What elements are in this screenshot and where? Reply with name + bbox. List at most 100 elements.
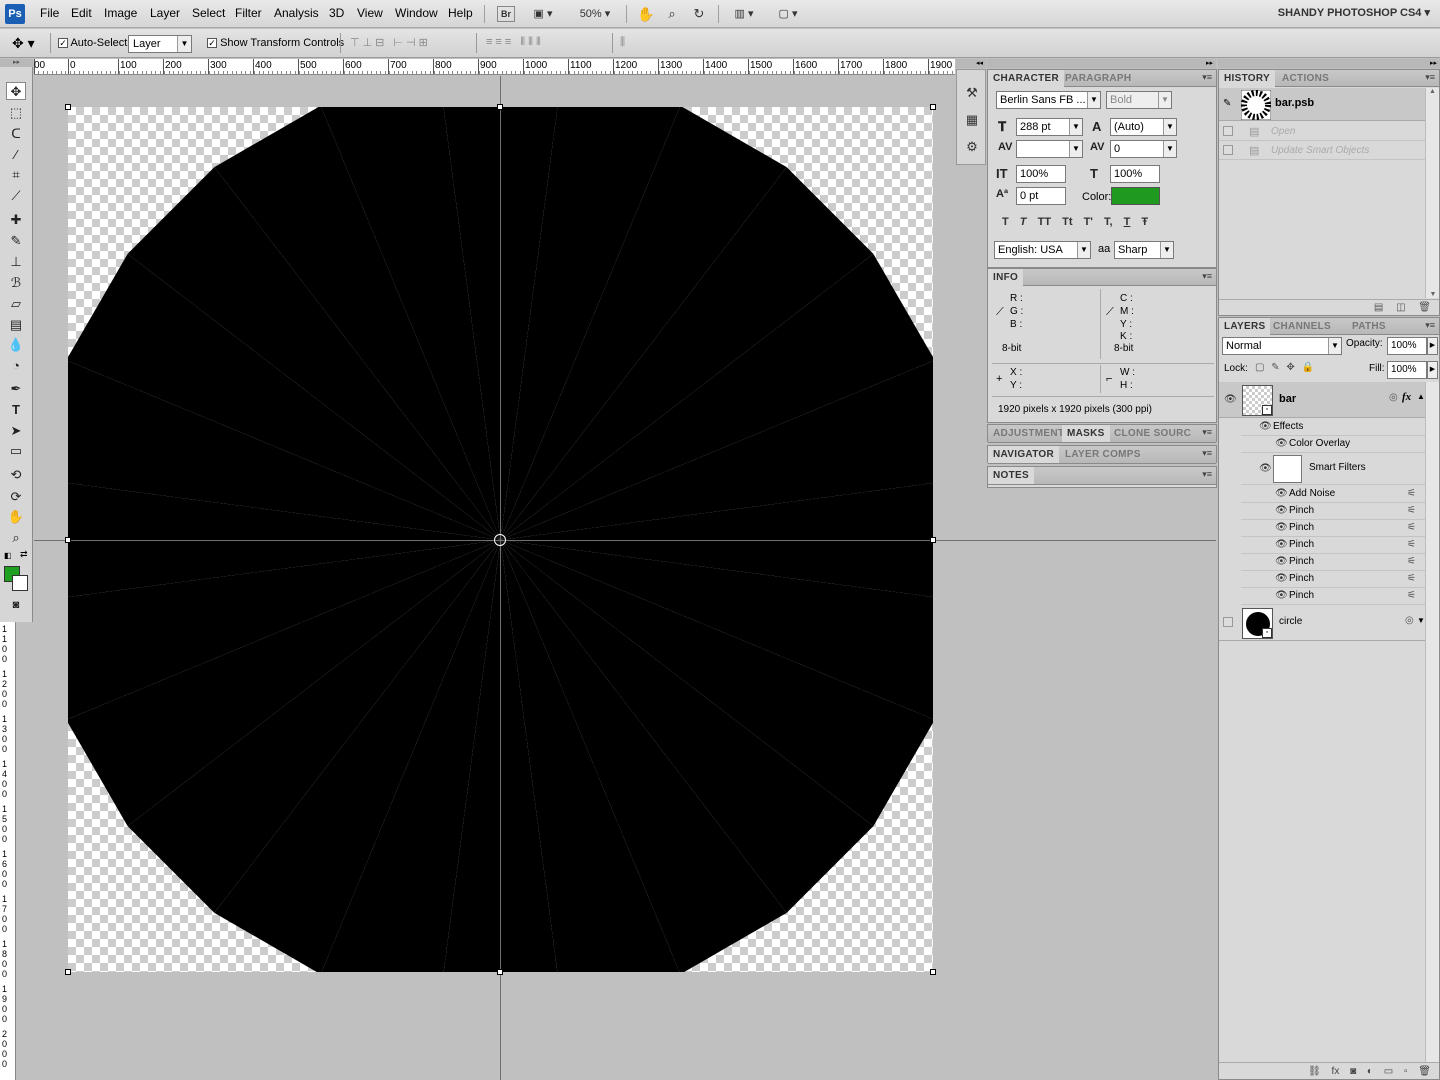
- screen-mode-toggle-icon[interactable]: ▢ ▾: [772, 4, 804, 24]
- faux-italic-button[interactable]: T: [1020, 216, 1027, 228]
- expand-effects-icon[interactable]: ▼: [1417, 616, 1425, 625]
- transform-handle[interactable]: [930, 104, 936, 110]
- tab-adjustments[interactable]: ADJUSTMENT: [988, 425, 1069, 442]
- smart-filter-row[interactable]: 👁 Pinch ⚟: [1241, 520, 1425, 537]
- menu-help[interactable]: Help: [448, 6, 473, 20]
- crop-icon[interactable]: ⌗: [6, 166, 26, 184]
- filter-mask-thumbnail[interactable]: [1273, 455, 1302, 483]
- faux-bold-button[interactable]: T: [1002, 216, 1009, 228]
- lasso-icon[interactable]: ᑕ: [6, 125, 26, 143]
- horizontal-guide[interactable]: [34, 540, 1216, 541]
- zoom-icon[interactable]: ⌕: [6, 529, 26, 547]
- history-checkbox[interactable]: [1223, 145, 1233, 155]
- menu-view[interactable]: View: [357, 6, 383, 20]
- filter-eye-icon[interactable]: 👁: [1275, 522, 1288, 533]
- kerning-field[interactable]: ▼: [1016, 140, 1083, 158]
- tab-masks[interactable]: MASKS: [1062, 425, 1110, 442]
- history-checkbox[interactable]: [1223, 126, 1233, 136]
- menu-edit[interactable]: Edit: [71, 6, 92, 20]
- filter-eye-icon[interactable]: 👁: [1275, 539, 1288, 550]
- history-footer-buttons[interactable]: ▤ ◫ 🗑: [1219, 299, 1439, 316]
- tool-presets-icon[interactable]: ▦: [964, 112, 980, 128]
- transform-handle[interactable]: [930, 969, 936, 975]
- panel-menu-icon[interactable]: ▾≡: [1202, 448, 1212, 459]
- type-style-buttons[interactable]: T T TT Tt T' T, T Ŧ: [1002, 216, 1148, 228]
- history-state[interactable]: ▤ Update Smart Objects: [1219, 142, 1425, 160]
- history-brush-source-icon[interactable]: ✎: [1223, 98, 1231, 109]
- transform-handle[interactable]: [65, 537, 71, 543]
- font-size-field[interactable]: 288 pt ▼: [1016, 118, 1083, 136]
- history-snapshot-row[interactable]: ✎ bar.psb: [1219, 88, 1425, 121]
- vertical-scale-field[interactable]: 100%: [1016, 165, 1066, 183]
- 3d-rotate-icon[interactable]: ⟲: [6, 466, 26, 484]
- tracking-field[interactable]: 0 ▼: [1110, 140, 1177, 158]
- path-selection-icon[interactable]: ➤: [6, 422, 26, 440]
- marquee-icon[interactable]: ⬚: [6, 104, 26, 122]
- effects-row[interactable]: 👁 Effects: [1241, 419, 1425, 436]
- tab-notes[interactable]: NOTES: [988, 467, 1034, 484]
- panel-menu-icon[interactable]: ▾≡: [1425, 72, 1435, 83]
- leading-field[interactable]: (Auto) ▼: [1110, 118, 1177, 136]
- fill-slider-button[interactable]: ▶: [1427, 361, 1438, 379]
- color-overlay-row[interactable]: 👁 Color Overlay: [1241, 436, 1425, 453]
- auto-select-checkbox[interactable]: ✓ Auto-Select:: [58, 37, 130, 49]
- small-caps-button[interactable]: Tt: [1062, 216, 1072, 228]
- panel-menu-icon[interactable]: ▾≡: [1202, 271, 1212, 282]
- eraser-icon[interactable]: ▱: [6, 295, 26, 313]
- antialias-select[interactable]: Sharp ▼: [1114, 241, 1174, 259]
- panel-menu-icon[interactable]: ▾≡: [1425, 320, 1435, 331]
- type-icon[interactable]: T: [6, 401, 26, 419]
- baseline-shift-field[interactable]: 0 pt: [1016, 187, 1066, 205]
- bridge-button[interactable]: Br: [497, 6, 515, 22]
- 3d-panel-icon[interactable]: ⚙: [964, 139, 980, 155]
- swap-colors-icon[interactable]: ⇄: [20, 549, 28, 560]
- filter-eye-icon[interactable]: 👁: [1275, 488, 1288, 499]
- smart-filter-row[interactable]: 👁 Pinch ⚟: [1241, 503, 1425, 520]
- dodge-icon[interactable]: ◔: [6, 357, 26, 375]
- arrange-documents-icon[interactable]: ▥ ▾: [728, 4, 760, 24]
- layer-row-bar[interactable]: 👁 ▫ bar ◎ fx ▲: [1219, 382, 1425, 418]
- menu-3d[interactable]: 3D: [329, 6, 344, 20]
- blending-options-icon[interactable]: ⚟: [1407, 590, 1416, 601]
- filter-eye-icon[interactable]: 👁: [1275, 590, 1288, 601]
- filter-eye-icon[interactable]: 👁: [1275, 556, 1288, 567]
- hand-icon[interactable]: ✋: [6, 508, 26, 526]
- filter-eye-icon[interactable]: 👁: [1275, 573, 1288, 584]
- smart-filter-row[interactable]: 👁 Pinch ⚟: [1241, 554, 1425, 571]
- background-color-swatch[interactable]: [12, 575, 28, 591]
- brushes-panel-icon[interactable]: ⚒: [964, 85, 980, 101]
- opacity-field[interactable]: 100%: [1387, 337, 1427, 355]
- history-state[interactable]: ▤ Open: [1219, 123, 1425, 141]
- dock-collapse-icon[interactable]: ▸▸: [1218, 59, 1440, 68]
- healing-brush-icon[interactable]: ✚: [6, 211, 26, 229]
- font-style-select[interactable]: Bold ▼: [1106, 91, 1172, 109]
- eyedropper-icon[interactable]: ⟋: [6, 187, 26, 205]
- smart-filter-row[interactable]: 👁 Pinch ⚟: [1241, 588, 1425, 605]
- tab-actions[interactable]: ACTIONS: [1277, 70, 1334, 87]
- smart-filters-eye-icon[interactable]: 👁: [1259, 463, 1272, 474]
- opacity-slider-button[interactable]: ▶: [1427, 337, 1438, 355]
- strikethrough-button[interactable]: Ŧ: [1141, 216, 1148, 228]
- tab-layer-comps[interactable]: LAYER COMPS: [1060, 446, 1146, 463]
- blending-options-icon[interactable]: ⚟: [1407, 522, 1416, 533]
- horizontal-scale-field[interactable]: 100%: [1110, 165, 1160, 183]
- filter-eye-icon[interactable]: 👁: [1275, 505, 1288, 516]
- smart-filter-row[interactable]: 👁 Pinch ⚟: [1241, 537, 1425, 554]
- tab-layers[interactable]: LAYERS: [1219, 318, 1271, 335]
- collapse-effects-icon[interactable]: ▲: [1417, 392, 1425, 401]
- panel-menu-icon[interactable]: ▾≡: [1202, 427, 1212, 438]
- menu-file[interactable]: File: [40, 6, 59, 20]
- color-overlay-eye-icon[interactable]: 👁: [1275, 438, 1288, 449]
- clone-stamp-icon[interactable]: ⊥: [6, 253, 26, 271]
- transform-handle[interactable]: [497, 969, 503, 975]
- history-scrollbar[interactable]: ▲ ▼: [1425, 88, 1439, 298]
- tab-clone-source[interactable]: CLONE SOURC: [1109, 425, 1196, 442]
- zoom-level-select[interactable]: 50% ▾: [575, 4, 615, 24]
- default-colors-icon[interactable]: ◧: [4, 551, 12, 560]
- dock-collapse-icon[interactable]: ▸▸: [987, 59, 1216, 68]
- rotate-view-icon[interactable]: ↻: [690, 4, 708, 24]
- transform-handle[interactable]: [930, 537, 936, 543]
- underline-button[interactable]: T: [1124, 216, 1131, 228]
- visibility-eye-icon[interactable]: 👁: [1224, 394, 1237, 405]
- font-family-select[interactable]: Berlin Sans FB ... ▼: [996, 91, 1101, 109]
